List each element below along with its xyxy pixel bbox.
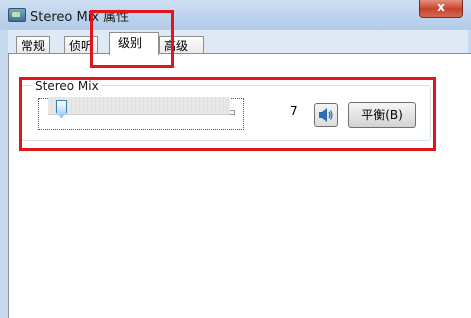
tab-general[interactable]: 常规 [16,36,51,54]
app-icon [8,8,26,22]
tab-levels[interactable]: 级别 [109,32,159,55]
tab-strip: 常规 侦听 级别 高级 [12,30,471,55]
close-button[interactable]: x [419,0,463,18]
window-frame-left [0,30,8,318]
group-highlight-annotation [19,77,436,151]
title-bar: Stereo Mix 属性 x [0,0,471,30]
